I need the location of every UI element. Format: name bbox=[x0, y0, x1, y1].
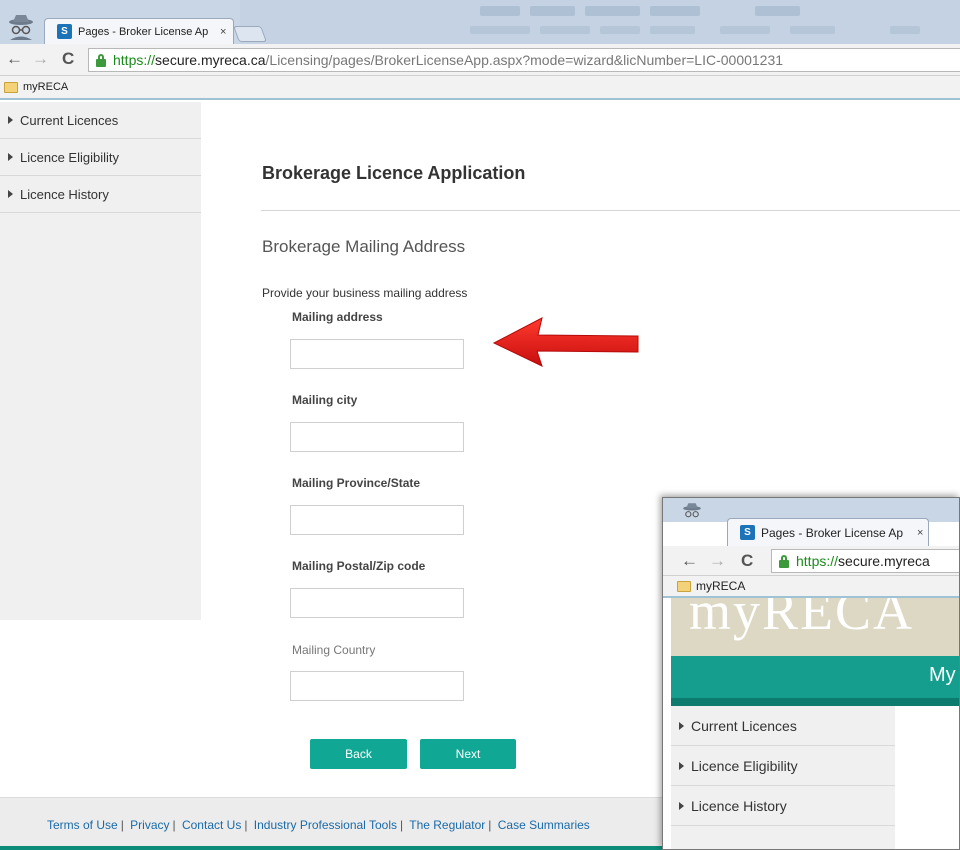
sidebar-item-label: Licence History bbox=[20, 186, 109, 202]
forward-arrow-icon[interactable]: → bbox=[32, 49, 49, 69]
back-arrow-icon[interactable]: ← bbox=[6, 49, 23, 69]
footer: Terms of Use | Privacy | Contact Us | Indus… bbox=[0, 797, 665, 850]
back-button[interactable]: Back bbox=[310, 739, 407, 769]
lock-icon bbox=[95, 53, 107, 67]
mailing-province-label: Mailing Province/State bbox=[292, 476, 421, 490]
inset-sidebar-item: Licence Eligibility bbox=[671, 746, 895, 786]
red-arrow-annotation bbox=[492, 317, 639, 367]
inset-teal-header: My bbox=[671, 656, 959, 698]
url-text: https://secure.myreca.ca/Licensing/pages… bbox=[113, 52, 784, 68]
inset-sidebar-item: Current Licences bbox=[671, 706, 895, 746]
incognito-icon bbox=[9, 15, 33, 40]
footer-link-terms[interactable]: Terms of Use bbox=[47, 818, 118, 832]
mailing-city-input[interactable] bbox=[290, 422, 464, 452]
page-title: Brokerage Licence Application bbox=[262, 163, 526, 183]
footer-link-case-summaries[interactable]: Case Summaries bbox=[498, 818, 590, 832]
active-browser-tab[interactable]: S Pages - Broker License Ap × bbox=[44, 18, 234, 44]
url-field[interactable]: https://secure.myreca.ca/Licensing/pages… bbox=[88, 48, 960, 72]
footer-link-tools[interactable]: Industry Professional Tools bbox=[254, 818, 397, 832]
sidebar-item-label: Current Licences bbox=[20, 112, 119, 128]
mailing-country-input[interactable] bbox=[290, 671, 464, 701]
mailing-address-input[interactable] bbox=[290, 339, 464, 369]
form-instructions: Provide your business mailing address bbox=[262, 286, 468, 300]
incognito-icon bbox=[683, 503, 701, 518]
reload-icon: C bbox=[741, 551, 754, 570]
bookmark-myreca[interactable]: myRECA bbox=[23, 81, 68, 93]
myreca-logo: myRECA bbox=[689, 598, 915, 641]
sidebar-nav: Current Licences Licence Eligibility Lic… bbox=[0, 102, 201, 620]
next-button[interactable]: Next bbox=[420, 739, 516, 769]
tab-title: Pages - Broker License Ap bbox=[78, 25, 209, 38]
inset-tab-title: Pages - Broker License Ap bbox=[761, 525, 904, 540]
caret-right-icon bbox=[679, 761, 684, 770]
sharepoint-favicon-icon: S bbox=[740, 525, 755, 540]
forward-arrow-icon: → bbox=[709, 551, 726, 570]
sidebar-item-label: Licence Eligibility bbox=[20, 149, 119, 165]
folder-icon bbox=[677, 580, 691, 592]
inset-screenshot: S Pages - Broker License Ap × ← → C http… bbox=[662, 497, 960, 850]
sharepoint-favicon-icon: S bbox=[57, 24, 72, 39]
folder-icon bbox=[4, 81, 18, 93]
browser-tab-strip: S Pages - Broker License Ap × bbox=[0, 0, 960, 44]
caret-right-icon bbox=[8, 190, 13, 198]
caret-right-icon bbox=[679, 801, 684, 810]
mailing-postal-label: Mailing Postal/Zip code bbox=[292, 559, 426, 573]
caret-right-icon bbox=[8, 153, 13, 161]
inset-bookmarks-bar: myRECA bbox=[663, 576, 959, 598]
mailing-postal-input[interactable] bbox=[290, 588, 464, 618]
new-tab-button[interactable] bbox=[233, 26, 267, 42]
reload-icon[interactable]: C bbox=[62, 49, 74, 69]
address-bar-row: ← → C https://secure.myreca.ca/Licensing… bbox=[0, 44, 960, 76]
inset-browser-tab: S Pages - Broker License Ap × bbox=[727, 518, 929, 546]
mailing-country-label: Mailing Country bbox=[292, 643, 376, 657]
back-arrow-icon: ← bbox=[681, 551, 698, 570]
caret-right-icon bbox=[679, 721, 684, 730]
tab-close-icon[interactable]: × bbox=[220, 26, 226, 38]
mailing-city-label: Mailing city bbox=[292, 393, 358, 407]
inset-url-field: https://secure.myreca bbox=[771, 549, 959, 573]
footer-link-privacy[interactable]: Privacy bbox=[130, 818, 169, 832]
inset-sidebar-item: Licence History bbox=[671, 786, 895, 826]
sidebar-item-current-licences[interactable]: Current Licences bbox=[0, 102, 201, 139]
sidebar-item-licence-eligibility[interactable]: Licence Eligibility bbox=[0, 139, 201, 176]
mailing-province-input[interactable] bbox=[290, 505, 464, 535]
bookmarks-bar: myRECA bbox=[0, 76, 960, 100]
mailing-address-label: Mailing address bbox=[292, 310, 383, 324]
footer-link-regulator[interactable]: The Regulator bbox=[409, 818, 485, 832]
tab-close-icon: × bbox=[917, 526, 924, 539]
sidebar-item-licence-history[interactable]: Licence History bbox=[0, 176, 201, 213]
inset-logo-banner: myRECA bbox=[671, 598, 959, 656]
caret-right-icon bbox=[8, 116, 13, 124]
divider bbox=[261, 210, 960, 211]
inset-address-bar: ← → C https://secure.myreca bbox=[663, 546, 959, 576]
inset-sidebar: Current Licences Licence Eligibility Lic… bbox=[671, 706, 895, 849]
footer-link-contact[interactable]: Contact Us bbox=[182, 818, 241, 832]
footer-bottom-bar bbox=[0, 846, 665, 850]
footer-links: Terms of Use | Privacy | Contact Us | Indus… bbox=[47, 818, 590, 832]
section-title: Brokerage Mailing Address bbox=[262, 237, 466, 256]
lock-icon bbox=[778, 554, 790, 568]
